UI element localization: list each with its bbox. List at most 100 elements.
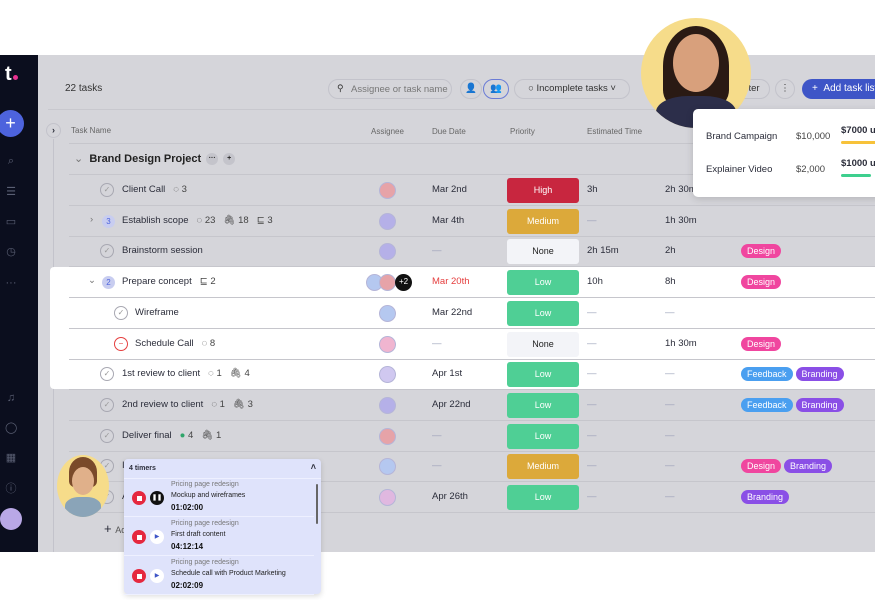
complete-checkbox[interactable]: ✓ [114, 305, 128, 320]
group-more-button[interactable]: ··· [206, 153, 219, 166]
complete-checkbox[interactable]: ✓ [100, 244, 114, 259]
avatar[interactable] [379, 243, 396, 261]
priority-badge[interactable]: Low [507, 423, 579, 449]
group-add-button[interactable]: + [223, 153, 236, 166]
avatar[interactable] [379, 274, 396, 292]
task-name[interactable]: Schedule Call [135, 338, 194, 349]
col-priority[interactable]: Priority [510, 127, 535, 136]
bell-icon[interactable]: ♫ [5, 392, 17, 404]
tracked-time[interactable]: — [665, 399, 675, 410]
chat-icon[interactable]: ◯ [5, 422, 17, 434]
scrollbar[interactable] [316, 484, 318, 524]
task-row[interactable]: ✓ 2nd review to client ◌ 1 🖇 3 Apr 22nd Low — —… [38, 390, 875, 421]
estimated-time[interactable]: — [587, 307, 597, 318]
priority-badge[interactable]: Low [507, 392, 579, 418]
user-avatar[interactable] [0, 508, 22, 530]
comments-count[interactable]: ◌ 23 [197, 215, 216, 226]
estimated-time[interactable]: — [587, 215, 597, 226]
task-name[interactable]: Wireframe [135, 307, 179, 318]
priority-badge[interactable]: Low [507, 362, 579, 388]
estimated-time[interactable]: 2h 15m [587, 245, 619, 256]
expand-panel-button[interactable]: › [46, 123, 61, 138]
tracked-time[interactable]: 8h [665, 276, 676, 287]
more-assignees-badge[interactable]: +2 [395, 274, 412, 292]
tracked-time[interactable]: 2h [665, 245, 676, 256]
tracked-time[interactable]: — [665, 307, 675, 318]
subtask-count-badge[interactable]: 2 [102, 276, 115, 290]
avatar[interactable] [379, 182, 396, 199]
task-row[interactable]: ✓ Deliver final ● 4 🖇 1 — Low — — [38, 421, 875, 452]
priority-badge[interactable]: None [507, 239, 579, 265]
tag[interactable]: Feedback [741, 367, 793, 382]
avatar[interactable] [379, 335, 396, 353]
chevron-down-icon[interactable]: ⌄ [88, 275, 96, 286]
play-button[interactable]: ▶ [150, 530, 164, 544]
tag[interactable]: Branding [795, 367, 844, 382]
due-date[interactable]: Apr 26th [432, 491, 468, 502]
chevron-right-icon[interactable]: › [90, 214, 93, 225]
tracked-time[interactable]: — [665, 430, 675, 441]
search-icon[interactable]: ⌕ [5, 155, 17, 167]
subtask-count-badge[interactable]: 3 [102, 214, 115, 228]
blocked-status-icon[interactable]: − [114, 336, 128, 351]
due-date[interactable]: Mar 4th [432, 215, 464, 226]
tag[interactable]: Branding [741, 490, 790, 504]
due-date[interactable]: Mar 22nd [432, 307, 472, 318]
estimated-time[interactable]: — [587, 491, 597, 502]
comments-count[interactable]: ◌ 3 [173, 184, 187, 195]
due-date[interactable]: Apr 22nd [432, 399, 471, 410]
more-icon[interactable]: ··· [5, 277, 17, 289]
comments-count[interactable]: ◌ 1 [208, 368, 222, 379]
tracked-time[interactable]: — [665, 491, 675, 502]
task-name[interactable]: Establish scope [122, 215, 189, 226]
task-row[interactable]: › 3 Establish scope ◌ 23 🖇 18 ⊑ 3 Mar 4th Mediu… [38, 206, 875, 237]
task-name[interactable]: Deliver final [122, 430, 172, 441]
priority-badge[interactable]: Medium [507, 208, 579, 234]
task-row[interactable]: ✓ 1st review to client ◌ 1 🖇 4 Apr 1st Low — — F… [38, 359, 875, 391]
estimated-time[interactable]: — [587, 460, 597, 471]
estimated-time[interactable]: — [587, 399, 597, 410]
timer-icon[interactable]: ◷ [5, 246, 17, 258]
task-row[interactable]: ✓ Brainstorm session — None 2h 15m 2h Design [38, 236, 875, 268]
stop-button[interactable] [132, 491, 146, 505]
col-task-name[interactable]: Task Name [71, 126, 111, 135]
task-name[interactable]: Client Call [122, 184, 165, 195]
task-row[interactable]: − Schedule Call ◌ 8 — None — 1h 30m Design [38, 329, 875, 360]
tag[interactable]: Design [741, 275, 782, 290]
tracked-time[interactable]: — [665, 368, 675, 379]
help-icon[interactable]: ⓘ [5, 483, 17, 495]
folder-icon[interactable]: ▭ [5, 216, 17, 228]
subtasks-count[interactable]: ⊑ 3 [257, 215, 273, 226]
avatar[interactable] [379, 489, 396, 506]
due-date[interactable]: — [432, 430, 442, 441]
comments-count[interactable]: ◌ 8 [202, 338, 216, 349]
tracked-time[interactable]: — [665, 460, 675, 471]
project-group-header[interactable]: ⌄ Brand Design Project ··· + [74, 152, 236, 166]
due-date[interactable]: Mar 2nd [432, 184, 467, 195]
complete-checkbox[interactable]: ✓ [100, 428, 114, 443]
priority-badge[interactable]: High [507, 178, 579, 203]
task-name[interactable]: Prepare concept [122, 276, 192, 287]
priority-badge[interactable]: Low [507, 300, 579, 326]
more-options-button[interactable]: ⋮ [775, 79, 795, 99]
play-button[interactable]: ▶ [150, 569, 164, 583]
avatar[interactable] [379, 396, 396, 414]
avatar[interactable] [379, 304, 396, 322]
attachments-count[interactable]: 🖇 3 [233, 399, 253, 410]
task-name[interactable]: 2nd review to client [122, 399, 203, 410]
due-date[interactable]: Mar 20th [432, 276, 470, 287]
priority-badge[interactable]: Medium [507, 454, 579, 480]
avatar[interactable] [379, 212, 396, 230]
avatar[interactable] [379, 366, 396, 384]
task-row[interactable]: ⌄ 2 Prepare concept ⊑ 2 +2 Mar 20th Low 10h 8h De… [38, 267, 875, 299]
col-assignee[interactable]: Assignee [371, 127, 404, 136]
stop-button[interactable] [132, 569, 146, 583]
priority-badge[interactable]: None [507, 331, 579, 357]
complete-checkbox[interactable]: ✓ [100, 367, 114, 382]
due-date[interactable]: Apr 1st [432, 368, 462, 379]
pause-button[interactable]: ❚❚ [150, 491, 164, 505]
single-assignee-toggle[interactable]: 👤 [460, 79, 482, 99]
task-row[interactable]: ✓ Wireframe Mar 22nd Low — — [38, 298, 875, 329]
comments-count[interactable]: ● 4 [180, 430, 194, 441]
estimated-time[interactable]: — [587, 368, 597, 379]
